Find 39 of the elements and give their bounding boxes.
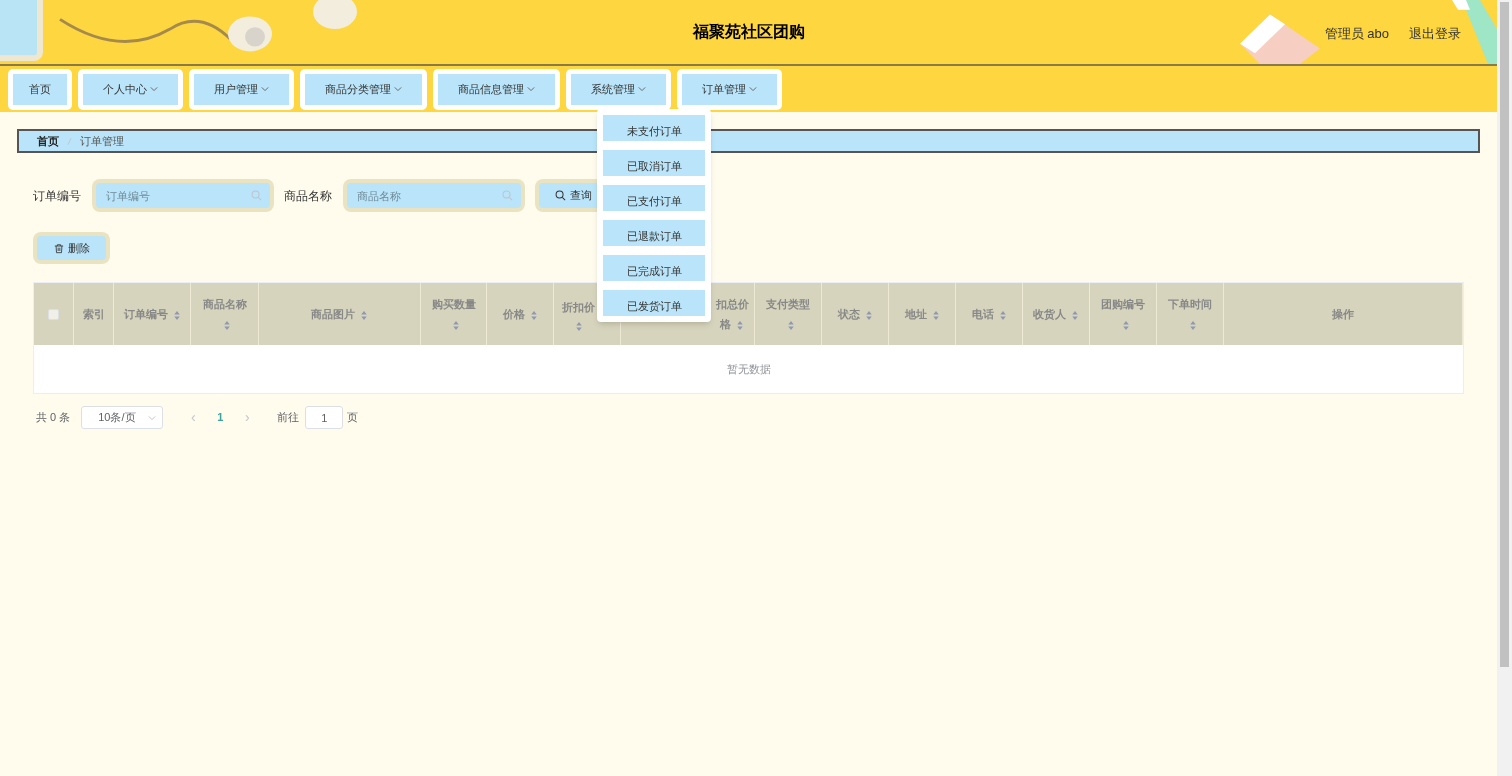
column-header: 操作	[1332, 307, 1354, 322]
search-field[interactable]: 订单编号	[96, 183, 270, 208]
total-count: 共 0 条	[36, 410, 71, 426]
admin-username: 管理员 abo	[1324, 25, 1389, 43]
dropdown-item[interactable]: 已支付订单	[603, 185, 705, 211]
dropdown-item[interactable]: 已退款订单	[603, 220, 705, 246]
breadcrumb-current: 订单管理	[80, 133, 124, 149]
delete-button[interactable]: 删除	[37, 236, 106, 260]
column-header: 索引	[82, 307, 105, 322]
scrollbar-thumb[interactable]	[1500, 2, 1509, 667]
field-label: 订单编号	[33, 187, 81, 205]
page-size-select[interactable]: 10条/页	[81, 406, 164, 429]
nav-menu-item[interactable]: 系统管理	[571, 73, 666, 105]
breadcrumb-link[interactable]: 首页	[37, 132, 59, 150]
trash-icon	[53, 242, 64, 254]
nav-menu-item[interactable]: 商品分类管理	[305, 73, 422, 105]
dropdown-item[interactable]: 未支付订单	[603, 115, 705, 141]
page-input[interactable]: 1	[305, 406, 344, 429]
nav-menu-item[interactable]: 个人中心	[83, 73, 178, 105]
nav-menu-item[interactable]: 首页	[13, 73, 67, 105]
empty-table-message: 暂无数据	[726, 361, 771, 377]
site-title: 福聚苑社区团购	[692, 22, 805, 42]
nav-menu-item[interactable]: 订单管理	[682, 73, 777, 105]
dropdown-item[interactable]: 已取消订单	[603, 150, 705, 176]
nav-menu-item[interactable]: 用户管理	[194, 73, 289, 105]
search-icon	[251, 190, 262, 201]
search-icon	[555, 190, 566, 201]
page-suffix: 页	[347, 410, 359, 426]
field-label: 商品名称	[284, 187, 332, 205]
caret-icon	[148, 413, 157, 422]
nav-menu-item[interactable]: 商品信息管理	[438, 73, 555, 105]
search-field[interactable]: 商品名称	[347, 183, 521, 208]
dropdown-item[interactable]: 已完成订单	[603, 255, 705, 281]
search-icon	[502, 190, 513, 201]
logout-link[interactable]: 退出登录	[1409, 24, 1461, 44]
dropdown-item[interactable]: 已发货订单	[603, 290, 705, 316]
slash-icon	[67, 136, 72, 146]
checkbox[interactable]	[48, 308, 59, 320]
goto-label: 前往	[277, 410, 300, 426]
